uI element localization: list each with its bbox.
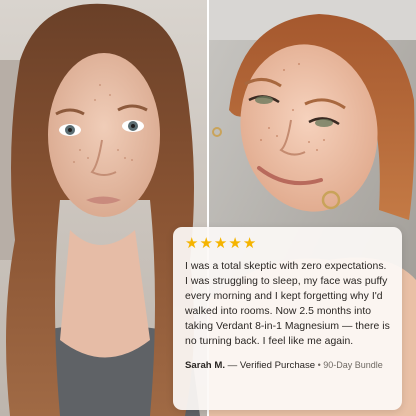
star-rating: ★ ★ ★ ★ ★ — [185, 235, 391, 252]
verified-purchase-label: — Verified Purchase — [225, 359, 316, 371]
star-icon: ★ — [199, 235, 213, 252]
star-icon: ★ — [213, 235, 228, 252]
star-icon: ★ — [185, 235, 199, 252]
review-attribution: Sarah M. — Verified Purchase • 90-Day Bu… — [185, 359, 391, 373]
bundle-label: • 90-Day Bundle — [315, 359, 383, 370]
review-text: I was a total skeptic with zero expectat… — [185, 261, 390, 348]
star-icon: ★ — [242, 235, 257, 252]
review-author: Sarah M. — [185, 359, 225, 371]
star-icon: ★ — [228, 235, 242, 252]
review-card: ★ ★ ★ ★ ★ I was a total skeptic with zer… — [173, 227, 402, 410]
